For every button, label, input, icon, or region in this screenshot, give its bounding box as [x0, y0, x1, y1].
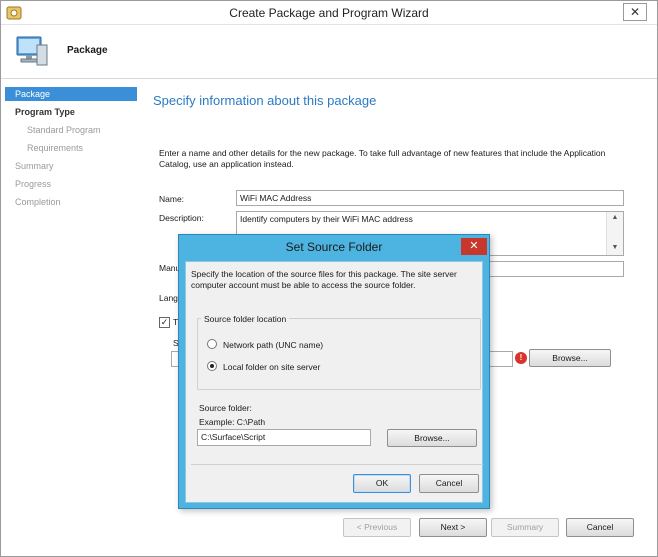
warning-icon: ! — [515, 352, 527, 364]
close-icon[interactable]: ✕ — [623, 3, 647, 21]
window-title: Create Package and Program Wizard — [229, 6, 429, 20]
previous-button[interactable]: < Previous — [343, 518, 411, 537]
network-path-radio-label[interactable]: Network path (UNC name) — [223, 340, 323, 350]
page-heading: Specify information about this package — [153, 93, 377, 108]
scroll-down-icon[interactable]: ▼ — [607, 244, 623, 251]
dialog-title: Set Source Folder — [285, 240, 383, 254]
wizard-nav: Package Program Type Standard Program Re… — [5, 87, 137, 227]
nav-item-summary[interactable]: Summary — [5, 159, 137, 173]
ok-button[interactable]: OK — [353, 474, 411, 493]
next-button[interactable]: Next > — [419, 518, 487, 537]
cancel-button[interactable]: Cancel — [566, 518, 634, 537]
nav-item-completion[interactable]: Completion — [5, 195, 137, 209]
description-scrollbar[interactable]: ▲ ▼ — [606, 212, 623, 255]
network-path-radio[interactable] — [207, 339, 217, 349]
name-label: Name: — [159, 194, 185, 204]
summary-button[interactable]: Summary — [491, 518, 559, 537]
nav-item-progress[interactable]: Progress — [5, 177, 137, 191]
dialog-close-icon[interactable]: ✕ — [461, 238, 487, 255]
header-band: Package — [1, 25, 657, 79]
browse-button[interactable]: Browse... — [529, 349, 611, 367]
source-folder-example: Example: C:\Path — [199, 417, 266, 427]
nav-item-requirements[interactable]: Requirements — [5, 141, 137, 155]
nav-item-program-type[interactable]: Program Type — [5, 105, 137, 119]
name-input[interactable]: WiFi MAC Address — [236, 190, 624, 206]
language-label: Lang — [159, 293, 178, 303]
description-label: Description: — [159, 213, 204, 223]
title-bar: Create Package and Program Wizard ✕ — [1, 1, 657, 25]
scroll-up-icon[interactable]: ▲ — [607, 214, 623, 221]
local-folder-radio[interactable] — [207, 361, 217, 371]
dialog-browse-button[interactable]: Browse... — [387, 429, 477, 447]
computer-icon — [16, 36, 48, 66]
dialog-separator — [191, 464, 483, 465]
set-source-folder-dialog: Set Source Folder ✕ Specify the location… — [178, 234, 490, 509]
source-folder-field-label: Source folder: — [199, 403, 252, 413]
intro-text: Enter a name and other details for the n… — [159, 148, 606, 169]
source-folder-path-input[interactable]: C:\Surface\Script — [197, 429, 371, 446]
dialog-description: Specify the location of the source files… — [191, 269, 457, 290]
nav-item-package[interactable]: Package — [5, 87, 137, 101]
source-location-group — [197, 318, 481, 390]
dialog-cancel-button[interactable]: Cancel — [419, 474, 479, 493]
source-files-checkbox[interactable]: ✓ — [159, 317, 170, 328]
nav-item-standard-program[interactable]: Standard Program — [5, 123, 137, 137]
local-folder-radio-label[interactable]: Local folder on site server — [223, 362, 320, 372]
header-title: Package — [67, 45, 108, 56]
source-location-group-label: Source folder location — [201, 314, 290, 324]
